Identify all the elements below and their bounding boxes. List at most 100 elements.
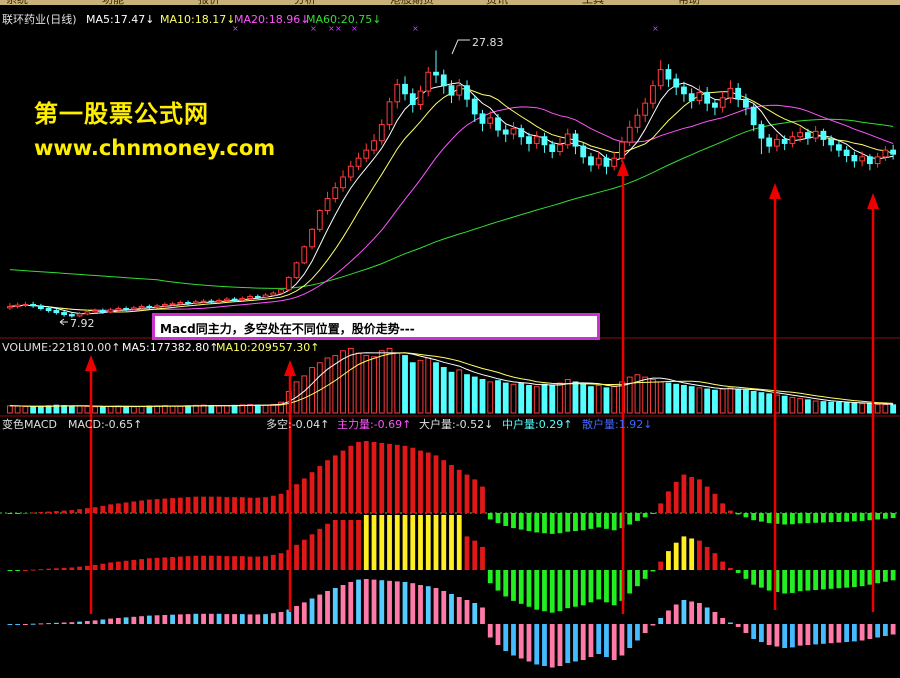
band1-bar	[108, 504, 113, 513]
signal-marker: ×	[232, 24, 239, 33]
band3-bar	[418, 585, 423, 624]
candle-body	[45, 308, 52, 312]
volume-bar	[518, 382, 525, 414]
candle-body	[487, 117, 494, 124]
band3-bar	[851, 624, 857, 642]
band2-bar	[882, 570, 888, 582]
band2-bar	[394, 515, 400, 570]
candle-body	[239, 297, 246, 301]
candle-body	[324, 197, 331, 212]
candle-body	[750, 106, 757, 126]
band3-bar	[441, 591, 447, 624]
band1-bar	[363, 441, 369, 513]
volume-bar	[611, 386, 618, 414]
volume-bar	[30, 406, 37, 414]
band3-bar	[170, 614, 175, 624]
band1-bar	[371, 441, 377, 513]
band1-bar	[433, 455, 439, 513]
candle-body	[603, 157, 610, 167]
band2-bar	[208, 555, 214, 570]
band2-bar	[387, 515, 392, 570]
candle-body	[347, 165, 354, 178]
volume-bar	[479, 379, 486, 414]
high-price-pointer	[451, 39, 470, 55]
band1-bar	[782, 513, 788, 525]
band1-bar	[689, 477, 695, 513]
candle-body	[448, 85, 455, 96]
candle-body	[154, 305, 160, 308]
band1-bar	[859, 513, 865, 521]
volume-bar	[572, 381, 579, 414]
band1-bar	[247, 497, 253, 513]
volume-bar	[409, 362, 416, 414]
band1-bar	[332, 455, 338, 513]
band2-bar	[658, 561, 664, 570]
band1-bar	[580, 513, 586, 531]
band1-bar	[123, 502, 129, 513]
band3-bar	[720, 618, 726, 624]
candle-body	[657, 69, 664, 87]
band1-bar	[356, 441, 361, 513]
signal-marker: ×	[335, 24, 342, 33]
band1-bar	[232, 497, 237, 513]
candle-body	[402, 83, 408, 95]
volume-bar	[371, 356, 377, 414]
band1-bar	[735, 513, 741, 515]
band2-bar	[642, 570, 648, 579]
band3-bar	[232, 614, 237, 624]
band2-bar	[697, 540, 702, 570]
band3-bar	[77, 621, 83, 624]
volume-bar	[309, 367, 315, 414]
signal-arrow-head	[867, 193, 879, 209]
volume-bar	[603, 387, 610, 414]
band3-bar	[805, 624, 811, 645]
band3-bar	[162, 615, 168, 624]
band2-bar	[542, 570, 547, 612]
band1-bar	[177, 497, 183, 513]
band1-bar	[456, 469, 462, 513]
candle-body	[332, 187, 339, 199]
volume-bar	[471, 376, 478, 414]
candle-body	[626, 126, 633, 143]
volume-bar	[626, 376, 633, 414]
volume-bar	[14, 405, 21, 414]
band3-bar	[208, 613, 214, 624]
band3-bar	[882, 624, 888, 636]
band3-bar	[371, 579, 377, 624]
band2-bar	[170, 556, 175, 570]
macd-histograms	[0, 441, 900, 668]
band3-bar	[61, 622, 67, 624]
band2-bar	[425, 515, 431, 570]
candle-body	[572, 133, 579, 147]
signal-arrow-head	[85, 355, 97, 371]
band2-bar	[627, 570, 633, 594]
band1-bar	[379, 442, 385, 513]
candle-body	[619, 141, 625, 159]
band1-bar	[557, 513, 563, 534]
band2-bar	[790, 570, 795, 593]
band3-bar	[22, 624, 28, 625]
band3-bar	[611, 624, 617, 660]
volume-bar	[123, 405, 129, 414]
band1-bar	[77, 509, 83, 513]
band2-bar	[820, 570, 826, 590]
candle-body	[804, 132, 811, 139]
volume-bar	[464, 374, 470, 414]
volume-bar	[138, 405, 145, 414]
volume-bar	[316, 362, 323, 414]
candle-body	[68, 314, 75, 317]
band2-bar	[239, 556, 245, 570]
volume-bar	[851, 402, 858, 414]
band2-bar	[580, 570, 586, 606]
volume-bar	[657, 381, 664, 414]
band3-bar	[46, 623, 52, 625]
band3-bar	[782, 624, 788, 648]
band3-bar	[263, 614, 268, 624]
panel-header-item: MA10:209557.30↑	[216, 341, 319, 354]
candle-body	[866, 156, 873, 165]
band3-bar	[820, 624, 826, 644]
band1-bar	[131, 501, 137, 513]
band1-bar	[518, 513, 524, 530]
band2-bar	[53, 568, 59, 570]
low-price-label: 7.92	[70, 317, 95, 330]
